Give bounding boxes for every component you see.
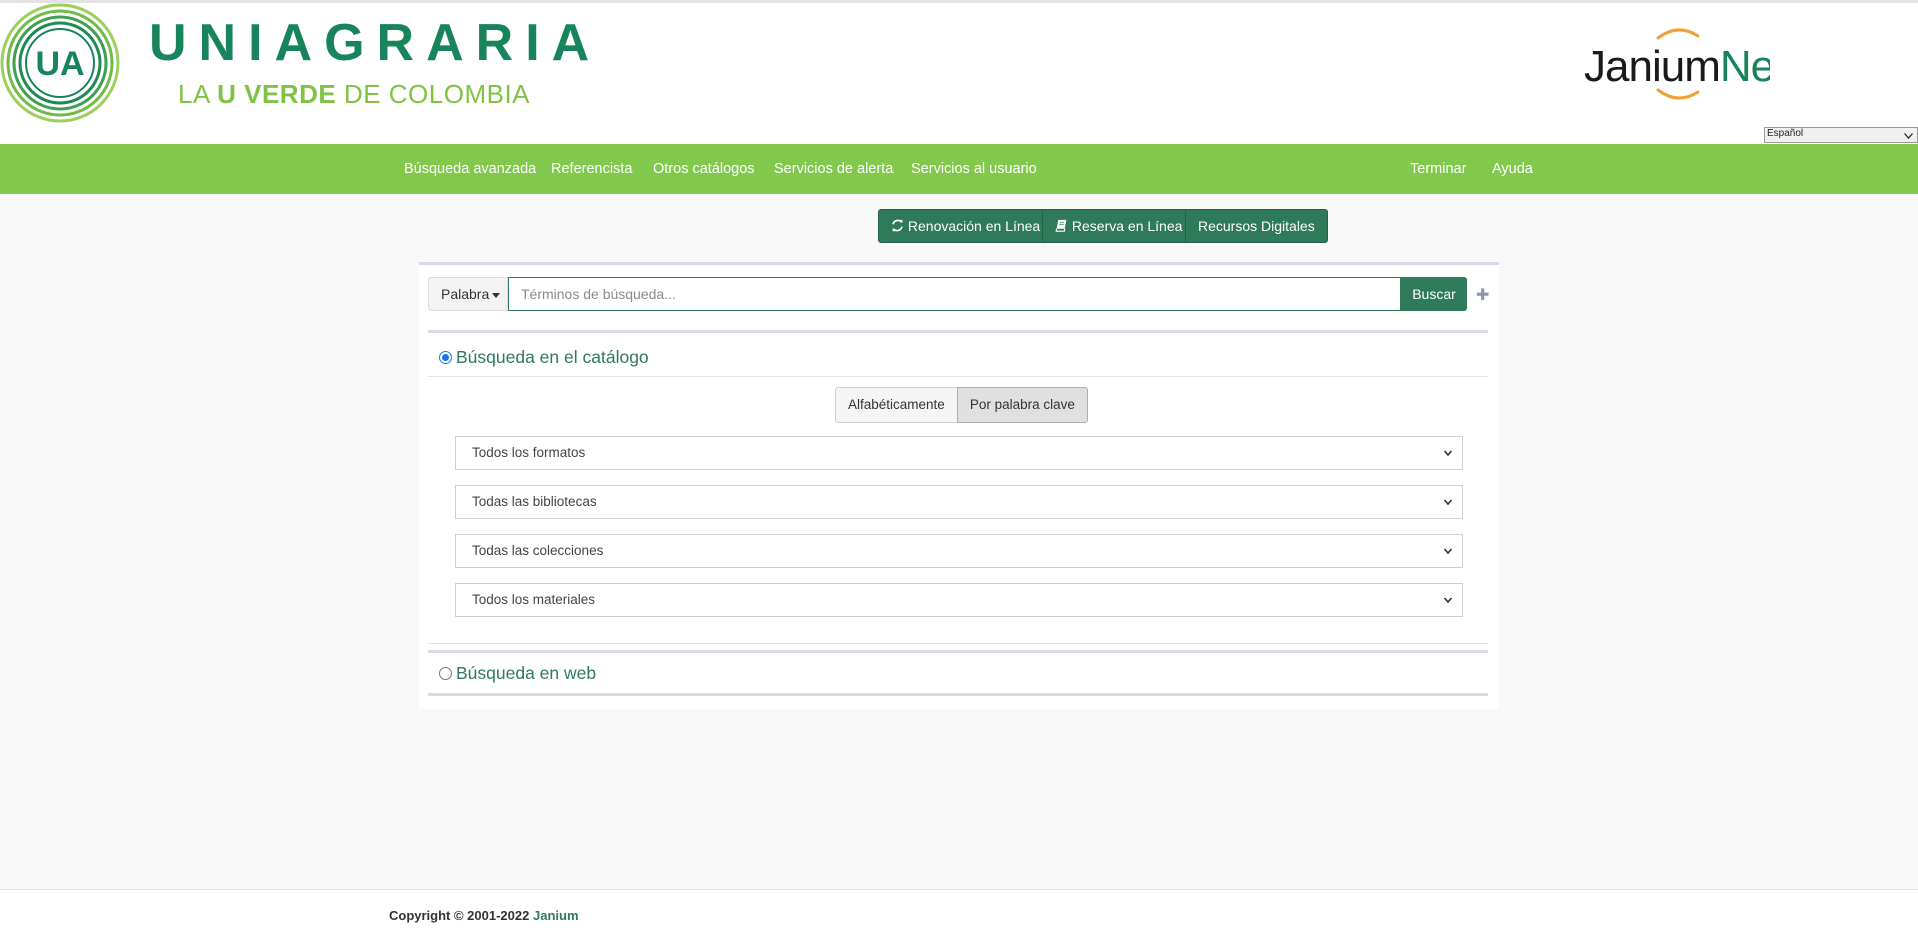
libraries-select[interactable]: Todas las bibliotecas — [455, 485, 1463, 519]
renovacion-label: Renovación en Línea — [907, 218, 1041, 234]
logo-name: UNIAGRARIA — [149, 14, 602, 72]
web-search-option[interactable]: Búsqueda en web — [439, 658, 596, 688]
book-icon — [1055, 219, 1067, 232]
tagline-verde: VERDE — [244, 79, 337, 109]
chevron-down-icon — [1444, 499, 1452, 506]
recursos-digitales-button[interactable]: Recursos Digitales — [1185, 209, 1328, 243]
logo-initials: UA — [35, 45, 84, 83]
main-navbar: Búsqueda avanzada Referencista Otros cat… — [0, 144, 1918, 194]
section-divider — [428, 643, 1488, 644]
chevron-down-icon — [1904, 133, 1913, 139]
nav-busqueda-avanzada[interactable]: Búsqueda avanzada — [404, 144, 536, 194]
collections-select[interactable]: Todas las colecciones — [455, 534, 1463, 568]
catalog-search-label: Búsqueda en el catálogo — [456, 347, 649, 367]
catalog-search-option[interactable]: Búsqueda en el catálogo — [439, 342, 649, 372]
search-bar: Palabra Buscar ✚ — [428, 277, 1489, 311]
search-input[interactable] — [508, 277, 1401, 311]
renovacion-button[interactable]: Renovación en Línea — [878, 209, 1054, 243]
site-footer: Copyright © 2001-2022 Janium — [0, 889, 1918, 937]
web-search-label: Búsqueda en web — [456, 663, 597, 683]
janiumnet-logo[interactable]: JaniumNet — [1580, 23, 1770, 103]
section-divider — [428, 330, 1488, 333]
reserva-button[interactable]: Reserva en Línea — [1042, 209, 1196, 243]
nav-servicios-alerta[interactable]: Servicios de alerta — [774, 144, 893, 194]
search-mode-toggle: Alfabéticamente Por palabra clave — [835, 387, 1088, 423]
nav-otros-catalogos[interactable]: Otros catálogos — [653, 144, 755, 194]
nav-terminar[interactable]: Terminar — [1410, 144, 1466, 194]
copyright-text: Copyright © 2001-2022 — [389, 908, 530, 923]
libraries-select-value: Todas las bibliotecas — [472, 494, 597, 509]
chevron-down-icon — [1444, 548, 1452, 555]
search-panel: Palabra Buscar ✚ Búsqueda en el catálogo… — [419, 262, 1499, 709]
plus-icon[interactable]: ✚ — [1476, 285, 1489, 305]
mode-alfabeticamente[interactable]: Alfabéticamente — [835, 387, 958, 423]
formats-select[interactable]: Todos los formatos — [455, 436, 1463, 470]
copyright: Copyright © 2001-2022 Janium — [389, 908, 579, 923]
language-select[interactable]: Español — [1764, 127, 1918, 143]
materials-select[interactable]: Todos los materiales — [455, 583, 1463, 617]
site-header: UA UNIAGRARIA LA U VERDE DE COLOMBIA Jan… — [0, 3, 1918, 144]
tagline-rest: DE COLOMBIA — [343, 79, 531, 109]
chevron-down-icon — [1444, 450, 1452, 457]
caret-down-icon — [492, 292, 501, 298]
brand-janium: Janium — [1584, 42, 1720, 91]
tagline-u: U — [217, 79, 237, 109]
brand-net: Net — [1720, 42, 1770, 91]
search-field-label: Palabra — [441, 286, 490, 302]
logo-tagline: LA U VERDE DE COLOMBIA — [178, 79, 530, 109]
chevron-down-icon — [1444, 597, 1452, 604]
section-divider — [428, 650, 1488, 653]
reserva-label: Reserva en Línea — [1071, 218, 1183, 234]
formats-select-value: Todos los formatos — [472, 445, 586, 460]
mode-palabra-clave[interactable]: Por palabra clave — [956, 387, 1088, 423]
collections-select-value: Todas las colecciones — [472, 543, 604, 558]
search-field-dropdown[interactable]: Palabra — [428, 277, 508, 311]
janium-text: JaniumNet — [1584, 42, 1770, 91]
materials-select-value: Todos los materiales — [472, 592, 596, 607]
nav-servicios-usuario[interactable]: Servicios al usuario — [911, 144, 1037, 194]
nav-referencista[interactable]: Referencista — [551, 144, 632, 194]
language-selected: Español — [1767, 128, 1804, 139]
section-divider — [428, 693, 1488, 696]
uniagraria-seal-logo[interactable]: UA — [0, 3, 122, 125]
search-button[interactable]: Buscar — [1401, 277, 1467, 311]
refresh-icon — [892, 219, 903, 232]
web-radio[interactable] — [439, 666, 452, 680]
nav-ayuda[interactable]: Ayuda — [1492, 144, 1533, 194]
section-divider — [428, 376, 1488, 377]
janium-link[interactable]: Janium — [533, 908, 579, 923]
catalog-radio[interactable] — [439, 350, 452, 364]
tagline-la: LA — [178, 79, 210, 109]
